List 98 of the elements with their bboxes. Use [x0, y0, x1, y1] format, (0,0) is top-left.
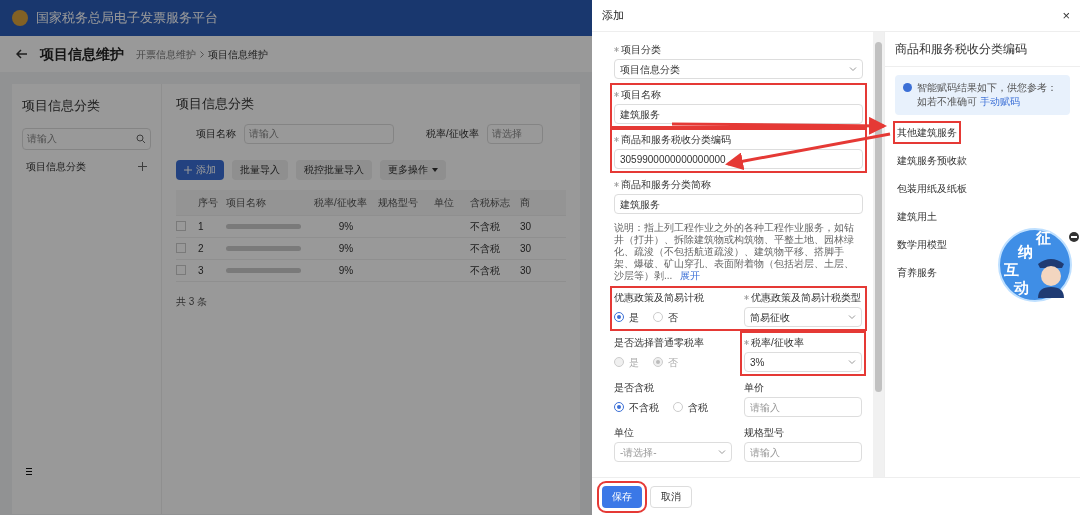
field-label: 项目名称 — [621, 87, 661, 102]
code-suggestion[interactable]: 育养服务 — [893, 261, 941, 284]
select-field[interactable]: 项目信息分类 — [614, 59, 863, 79]
code-suggestion[interactable]: 数学用模型 — [893, 233, 951, 256]
assistant-character: 互 — [1004, 262, 1019, 277]
code-suggestion[interactable]: 建筑服务预收款 — [893, 149, 971, 172]
plus-icon — [184, 165, 192, 174]
filter-label: 项目名称 — [196, 127, 236, 141]
input-field[interactable]: 3059900000000000000 — [614, 149, 863, 169]
scrollbar-thumb[interactable] — [875, 42, 882, 392]
code-suggestion[interactable]: 建筑用土 — [893, 205, 941, 228]
filter-label: 税率/征收率 — [426, 127, 479, 141]
field-label: 是否含税 — [614, 380, 654, 395]
row-checkbox[interactable] — [176, 221, 186, 231]
caret-icon — [432, 167, 438, 172]
field-label: 优惠政策及简易计税类型 — [751, 290, 861, 305]
toolbar-button[interactable]: 税控批量导入 — [296, 159, 372, 180]
table-cell: 不含税 — [470, 220, 500, 232]
table-cell-text: 1 — [198, 219, 205, 234]
close-button[interactable]: × — [1062, 9, 1070, 22]
menu-icon[interactable] — [26, 468, 32, 475]
assistant-character: 纳 — [1018, 244, 1033, 259]
select-field[interactable]: 3% — [744, 352, 862, 372]
table-cell: 不含税 — [470, 264, 500, 276]
required-icon — [614, 46, 619, 52]
required-icon — [614, 91, 619, 97]
panel-title: 项目信息分类 — [22, 97, 101, 115]
chevron-icon — [718, 448, 726, 456]
input-field[interactable]: 建筑服务 — [614, 194, 863, 214]
table-cell-text: 9% — [338, 219, 354, 234]
table-cell-text: 9% — [338, 241, 354, 256]
search-icon — [136, 133, 146, 144]
field-label: 优惠政策及简易计税 — [614, 290, 704, 305]
row-checkbox[interactable] — [176, 243, 186, 253]
notice-text: 智能赋码结果如下，供您参考：如若不准确可 手动赋码 — [917, 81, 1058, 109]
site-title: 国家税务总局电子发票服务平台 — [36, 9, 218, 28]
emblem-icon — [12, 10, 28, 26]
column-header: 规格型号 — [378, 195, 419, 210]
table-cell-text: 3 — [198, 263, 205, 278]
expand-link[interactable]: 展开 — [680, 270, 701, 281]
required-icon — [614, 181, 619, 187]
radio-option[interactable]: 是 — [614, 309, 639, 325]
required-icon — [744, 294, 749, 300]
cancel-button[interactable]: 取消 — [650, 485, 692, 508]
toolbar-button[interactable]: 添加 — [176, 159, 224, 180]
panel-title: 商品和服务税收分类编码 — [885, 32, 1080, 67]
minimize-icon[interactable] — [1069, 232, 1079, 242]
code-suggestion[interactable]: 其他建筑服务 — [893, 121, 961, 144]
total-count: 共 3 条 — [176, 294, 209, 309]
required-icon — [614, 136, 619, 142]
radio-option[interactable]: 不含税 — [614, 399, 659, 415]
add-icon[interactable] — [138, 162, 147, 171]
column-header: 单位 — [434, 195, 455, 210]
chevron-icon — [848, 313, 856, 321]
column-header: 含税标志 — [470, 195, 511, 210]
info-icon — [903, 83, 912, 92]
section-title: 项目信息分类 — [176, 95, 255, 113]
breadcrumb-item: 项目信息维护 — [208, 47, 268, 62]
table-cell: 30 — [520, 242, 532, 254]
column-header: 项目名称 — [226, 195, 267, 210]
manual-code-link[interactable]: 手动赋码 — [979, 96, 1020, 107]
table-cell: 30 — [520, 264, 532, 276]
radio-option[interactable]: 含税 — [673, 399, 708, 415]
toolbar-button[interactable]: 批量导入 — [232, 159, 288, 180]
table-cell-text: 2 — [198, 241, 205, 256]
dialog-title: 添加 — [602, 8, 624, 24]
column-header: 商 — [520, 195, 531, 210]
radio-option[interactable]: 否 — [653, 309, 678, 325]
assistant-character: 动 — [1014, 280, 1029, 295]
field-label: 单位 — [614, 425, 634, 440]
field-label: 规格型号 — [744, 425, 784, 440]
page-title: 项目信息维护 — [40, 44, 124, 64]
chevron-icon — [848, 358, 856, 366]
radio-option: 否 — [653, 354, 678, 370]
description-text: 说明：指上列工程作业之外的各种工程作业服务，如钻井（打井）、拆除建筑物或构筑物、平整土地、园林绿化、疏浚（不包括航道疏浚）、建筑物平移、搭脚手架、爆破、矿山穿孔、表面附着物（包括岩层、土层、沙层等）剥... 展开 — [614, 222, 855, 282]
table-cell: 不含税 — [470, 242, 500, 254]
assistant-character: 征 — [1036, 230, 1051, 245]
column-header: 序号 — [198, 195, 219, 210]
table-cell: 30 — [520, 220, 532, 232]
toolbar-button[interactable]: 更多操作 — [380, 159, 446, 180]
code-suggestion[interactable]: 包装用纸及纸板 — [893, 177, 971, 200]
input-field[interactable]: 建筑服务 — [614, 104, 863, 124]
back-icon[interactable] — [16, 49, 28, 59]
table-cell-text: 9% — [338, 263, 354, 278]
field-label: 商品和服务分类简称 — [621, 177, 711, 192]
chevron-icon — [849, 65, 857, 73]
field-label: 单价 — [744, 380, 764, 395]
select-field[interactable]: 简易征收 — [744, 307, 862, 327]
required-icon — [744, 339, 749, 345]
row-checkbox[interactable] — [176, 265, 186, 275]
chevron-icon — [200, 50, 204, 58]
tree-item[interactable]: 项目信息分类 — [26, 159, 86, 174]
field-label: 税率/征收率 — [751, 335, 804, 350]
field-label: 是否选择普通零税率 — [614, 335, 704, 350]
field-label: 项目分类 — [621, 42, 661, 57]
field-label: 商品和服务税收分类编码 — [621, 132, 731, 147]
radio-option: 是 — [614, 354, 639, 370]
column-header: 税率/征收率 — [314, 195, 368, 210]
